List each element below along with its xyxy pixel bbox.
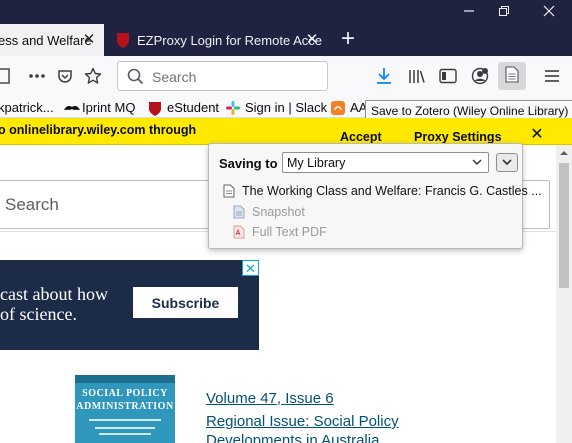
- cover-divider: [89, 419, 161, 421]
- bookmark-item[interactable]: kpatrick...: [0, 99, 54, 116]
- cover-divider: [95, 427, 155, 429]
- library-select[interactable]: My Library: [282, 152, 489, 173]
- pocket-icon[interactable]: [54, 65, 76, 87]
- issue-separator: ,: [276, 390, 282, 407]
- hamburger-menu-icon[interactable]: [541, 65, 563, 87]
- volume-number: 47: [260, 390, 277, 407]
- minimize-icon[interactable]: [449, 0, 489, 22]
- bookmark-label: Sign in | Slack: [245, 100, 328, 115]
- zotero-save-button[interactable]: [498, 62, 526, 90]
- scroll-thumb[interactable]: [559, 163, 569, 288]
- scroll-up-icon[interactable]: [556, 145, 572, 162]
- saving-to-label: Saving to: [219, 156, 278, 171]
- zotero-attachment: Snapshot: [233, 205, 305, 219]
- bookmark-star-icon[interactable]: [82, 65, 104, 87]
- document-icon: [223, 184, 235, 198]
- tab-close-icon[interactable]: ✕: [304, 32, 320, 48]
- nav-toolbar: [0, 56, 572, 96]
- library-select-value: My Library: [287, 156, 346, 170]
- zotero-item-title: The Working Class and Welfare: Francis G…: [242, 184, 542, 198]
- zotero-item: The Working Class and Welfare: Francis G…: [223, 184, 542, 198]
- sidebar-icon[interactable]: [437, 65, 459, 87]
- tab-active[interactable]: ess and Welfare ✕: [0, 24, 104, 56]
- ad-text-line: of science.: [0, 304, 77, 324]
- journal-cover-image[interactable]: SOCIAL POLICY ADMINISTRATION: [75, 375, 175, 443]
- search-icon: [127, 68, 144, 88]
- bookmark-item[interactable]: AA: [331, 99, 367, 116]
- attachment-label: Snapshot: [252, 205, 305, 219]
- downloads-icon[interactable]: [373, 65, 395, 87]
- cover-divider: [99, 433, 151, 435]
- cover-title-line: SOCIAL POLICY: [82, 388, 168, 399]
- subscribe-button[interactable]: Subscribe: [133, 287, 238, 318]
- accept-button[interactable]: Accept: [340, 130, 382, 144]
- bookmark-item[interactable]: Iprint MQ: [63, 99, 135, 116]
- attachment-label: Full Text PDF: [252, 225, 327, 239]
- ad-text: cast about how of science.: [0, 284, 108, 324]
- bookmark-label: kpatrick...: [0, 100, 54, 115]
- zotero-save-popup: Saving to My Library The Working Class a…: [208, 143, 542, 249]
- volume-issue-link[interactable]: Volume 47, Issue 6: [206, 390, 334, 407]
- bookmark-label: eStudent: [167, 100, 220, 115]
- snapshot-icon: [233, 205, 245, 219]
- ad-close-icon[interactable]: ✕: [242, 260, 259, 276]
- bookmark-item[interactable]: Sign in | Slack: [226, 99, 327, 116]
- mustache-icon: [63, 101, 80, 115]
- chevron-down-icon: [471, 155, 483, 169]
- issue-title-link[interactable]: Regional Issue: Social Policy Developmen…: [206, 412, 446, 443]
- issue-label: Issue: [285, 390, 322, 407]
- cover-title-line: ADMINISTRATION: [76, 401, 174, 412]
- tab-label: ess and Welfare: [0, 33, 92, 48]
- bookmark-item[interactable]: eStudent: [148, 99, 219, 116]
- favicon-shield-icon: [116, 32, 130, 49]
- library-icon[interactable]: [406, 65, 428, 87]
- tab-ezproxy[interactable]: EZProxy Login for Remote Acce ✕: [104, 24, 329, 56]
- issue-number: 6: [325, 390, 334, 407]
- shield-icon: [148, 101, 162, 116]
- ezproxy-notification-bar: o onlinelibrary.wiley.com through Accept…: [0, 118, 572, 145]
- volume-label: Volume: [206, 390, 257, 407]
- tab-bar: ess and Welfare ✕ EZProxy Login for Remo…: [0, 0, 572, 56]
- orange-icon: [331, 100, 345, 115]
- slack-icon: [226, 100, 240, 115]
- expand-button[interactable]: [496, 153, 518, 172]
- chevron-down-icon: [501, 155, 513, 170]
- podcast-ad-banner[interactable]: cast about how of science. Subscribe ✕: [0, 260, 259, 350]
- url-bar[interactable]: [117, 61, 328, 91]
- cover-header-strip: [75, 375, 175, 383]
- document-icon: [505, 66, 519, 86]
- bookmark-label: Iprint MQ: [82, 100, 136, 115]
- account-icon[interactable]: [469, 65, 491, 87]
- proxy-settings-button[interactable]: Proxy Settings: [414, 130, 502, 144]
- pdf-icon: [233, 225, 245, 239]
- new-tab-button[interactable]: +: [337, 27, 359, 53]
- tab-close-icon[interactable]: ✕: [81, 32, 97, 48]
- notification-text: o onlinelibrary.wiley.com through: [0, 123, 197, 137]
- url-input[interactable]: [152, 68, 322, 85]
- restore-icon[interactable]: [484, 0, 524, 22]
- page-info-icon[interactable]: [0, 65, 14, 87]
- page-scrollbar[interactable]: [556, 145, 572, 443]
- ad-text-line: cast about how: [0, 284, 108, 304]
- zotero-attachment: Full Text PDF: [233, 225, 327, 239]
- tab-label: EZProxy Login for Remote Acce: [137, 33, 322, 48]
- notification-close-icon[interactable]: ✕: [529, 127, 545, 143]
- window-close-icon[interactable]: [529, 0, 569, 22]
- more-actions-icon[interactable]: [26, 65, 48, 87]
